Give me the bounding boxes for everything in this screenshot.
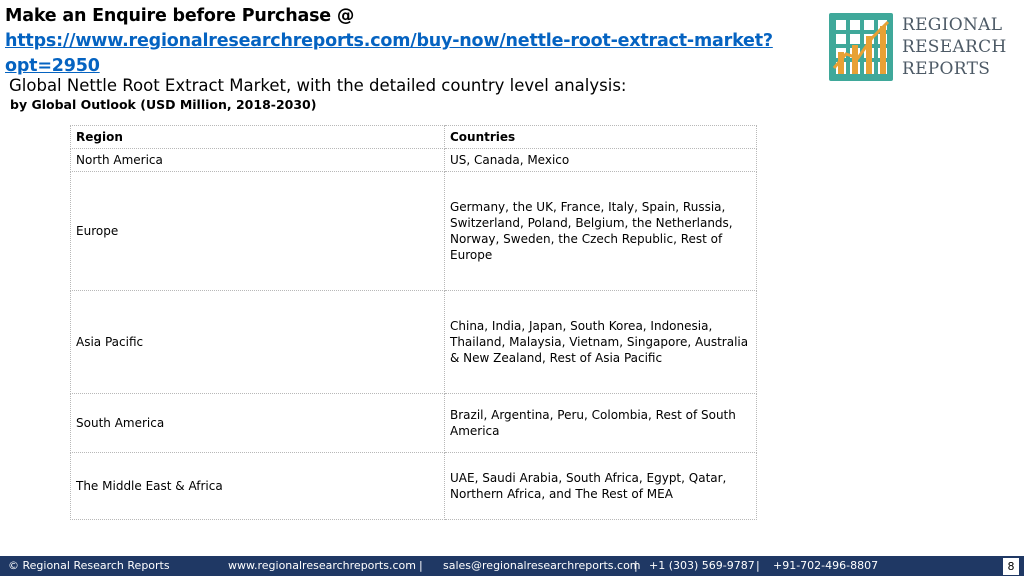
region-cell: Europe [70,171,445,291]
footer-separator: | [756,559,760,572]
logo-line-1: REGIONAL [902,15,1003,35]
footer-separator: | [419,559,423,572]
header-countries: Countries [444,125,757,149]
table-row: South America Brazil, Argentina, Peru, C… [70,393,757,453]
region-cell: Asia Pacific [70,290,445,394]
countries-cell: US, Canada, Mexico [444,148,757,172]
header-region: Region [70,125,445,149]
footer-copyright: © Regional Research Reports [8,559,170,572]
region-cell: North America [70,148,445,172]
table-header-row: Region Countries [70,125,757,149]
table-row: Europe Germany, the UK, France, Italy, S… [70,171,757,291]
footer-phone-us: +1 (303) 569-9787 [649,559,755,572]
page-title: Global Nettle Root Extract Market, with … [9,76,627,95]
footer-bar: © Regional Research Reports www.regional… [0,556,1024,576]
page-subtitle: by Global Outlook (USD Million, 2018-203… [10,97,317,112]
countries-cell: UAE, Saudi Arabia, South Africa, Egypt, … [444,452,757,520]
purchase-link[interactable]: https://www.regionalresearchreports.com/… [5,31,773,76]
footer-email-link[interactable]: sales@regionalresearchreports.com [443,556,641,576]
table-row: The Middle East & Africa UAE, Saudi Arab… [70,452,757,520]
logo-line-3: REPORTS [902,59,991,79]
countries-cell: Germany, the UK, France, Italy, Spain, R… [444,171,757,291]
enquire-banner: Make an Enquire before Purchase @ https:… [5,4,805,79]
enquire-prefix: Make an Enquire before Purchase @ [5,6,355,26]
countries-cell: China, India, Japan, South Korea, Indone… [444,290,757,394]
footer-website-link[interactable]: www.regionalresearchreports.com [228,556,416,576]
region-cell: South America [70,393,445,453]
table-row: Asia Pacific China, India, Japan, South … [70,290,757,394]
region-cell: The Middle East & Africa [70,452,445,520]
table-row: North America US, Canada, Mexico [70,148,757,172]
logo-chart-icon [829,13,893,81]
countries-cell: Brazil, Argentina, Peru, Colombia, Rest … [444,393,757,453]
region-countries-table: Region Countries North America US, Canad… [70,125,757,520]
page-number: 8 [1003,558,1019,575]
footer-separator: | [634,559,638,572]
logo-line-2: RESEARCH [902,37,1007,57]
footer-phone-in: +91-702-496-8807 [773,559,879,572]
company-logo: REGIONAL RESEARCH REPORTS [828,12,1018,84]
